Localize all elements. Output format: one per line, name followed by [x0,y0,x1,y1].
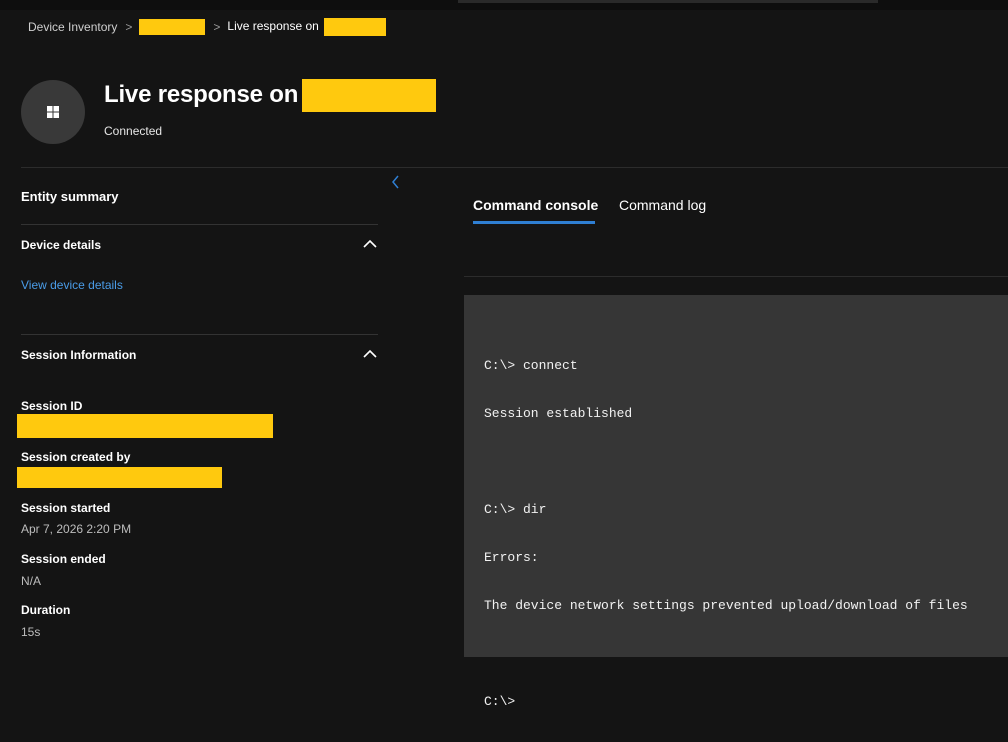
breadcrumb-device-redacted[interactable] [139,19,206,35]
session-info-heading: Session Information [21,348,137,362]
windows-logo-icon [47,106,59,118]
device-avatar [21,80,85,144]
top-bar [0,0,1008,10]
connection-status: Connected [104,124,163,138]
session-ended-value: N/A [21,574,42,588]
console-line: C:\> dir [484,502,547,517]
page-title-device-redacted [302,78,437,112]
breadcrumb-separator-icon: > [125,20,133,34]
console-line: Errors: [484,550,539,565]
session-created-by-label: Session created by [21,450,131,464]
session-started-label: Session started [21,501,111,515]
session-info-header[interactable]: Session Information [21,346,378,366]
tabs-divider [464,276,1008,277]
session-ended-label: Session ended [21,552,106,566]
header-divider [21,167,1008,168]
console-output: C:\> connect Session established C:\> di… [484,326,968,742]
session-id-label: Session ID [21,399,83,413]
command-console[interactable]: C:\> connect Session established C:\> di… [464,295,1008,709]
page-title-text: Live response on [104,81,299,108]
sidebar-title: Entity summary [21,189,119,204]
chevron-up-icon[interactable] [362,348,378,360]
duration-value: 15s [21,625,41,639]
tab-command-console[interactable]: Command console [473,197,598,213]
breadcrumb-device-inventory[interactable]: Device Inventory [28,20,117,34]
breadcrumb: Device Inventory > > Live response on [28,18,387,36]
breadcrumb-current-device-redacted [324,18,387,36]
breadcrumb-current-label: Live response on [227,19,319,34]
console-line: The device network settings prevented up… [484,598,968,613]
console-prompt[interactable]: C:\> [484,694,968,710]
global-search-box[interactable] [458,0,878,3]
chevron-up-icon[interactable] [362,238,378,250]
page-title: Live response on [104,78,437,112]
device-details-heading: Device details [21,238,102,252]
tab-command-log[interactable]: Command log [619,197,706,213]
breadcrumb-separator-icon: > [213,20,221,34]
chevron-left-icon [392,175,399,189]
view-device-details-link[interactable]: View device details [21,278,123,292]
console-line: C:\> connect [484,358,578,373]
session-created-by-value-redacted [17,467,222,488]
duration-label: Duration [21,603,71,617]
collapse-sidebar-button[interactable] [388,173,404,191]
divider [21,334,378,335]
divider [21,224,378,225]
device-details-header[interactable]: Device details [21,236,378,256]
session-id-value-redacted [17,414,273,438]
breadcrumb-current: Live response on [227,18,387,36]
session-started-value: Apr 7, 2026 2:20 PM [21,522,132,536]
active-tab-indicator [473,221,595,224]
console-line: Session established [484,406,633,421]
